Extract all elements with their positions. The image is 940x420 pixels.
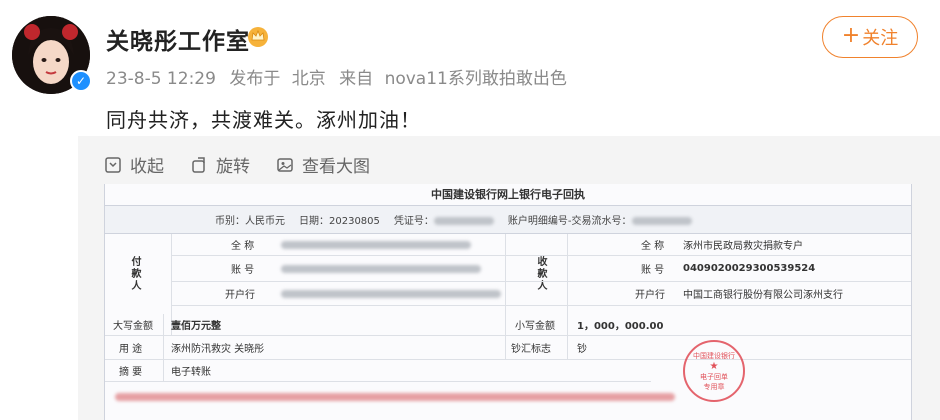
voucher-label: 凭证号： [393, 216, 434, 227]
payer-bank-label: 开户行 [225, 290, 255, 301]
summary-label: 摘 要 [119, 367, 143, 378]
bottom-redacted-line [115, 392, 675, 403]
rotate-label: 旋转 [216, 157, 250, 177]
source-prefix: 来自 [339, 69, 374, 89]
follow-label: 关注 [862, 28, 899, 49]
collapse-button[interactable]: 收起 [104, 152, 164, 177]
collapse-label: 收起 [130, 157, 164, 177]
stamp-mid-text: 电子回单 [700, 372, 728, 381]
username[interactable]: 关晓彤工作室 [106, 22, 250, 56]
amount-lower-label: 小写金额 [515, 321, 555, 332]
payee-account: 0409020029300539524 [683, 263, 816, 274]
published-prefix: 发布于 [229, 69, 281, 89]
view-large-button[interactable]: 查看大图 [276, 152, 370, 177]
payee-account-label: 账 号 [641, 265, 665, 276]
stamp-top-text: 中国建设银行 [693, 351, 735, 360]
receipt-info-row: 币别：人民币元 日期：20230805 凭证号： 账户明细编号-交易流水号： [105, 206, 911, 234]
amount-lower: 1，000，000.00 [577, 321, 664, 332]
receipt-table: 付款人 收款人 全 称 全 称 涿州市民政局救灾捐款专户 账 号 账 号 040… [105, 234, 911, 420]
payer-name-redacted [281, 240, 471, 249]
date-label: 日期： [299, 216, 329, 227]
payee-name-label: 全 称 [641, 241, 665, 252]
divider [505, 314, 506, 360]
divider [163, 314, 164, 382]
verified-icon: ✓ [70, 70, 92, 92]
post-text: 同舟共济，共渡难关。涿州加油！ [106, 108, 421, 132]
payee-bank: 中国工商银行股份有限公司涿州支行 [683, 290, 843, 301]
post-meta: 23-8-5 12:29 发布于 北京 来自 nova11系列敢拍敢出色 [106, 64, 567, 89]
cash-flag-label: 钞汇标志 [511, 344, 551, 355]
payer-label: 付款人 [129, 256, 140, 292]
view-large-icon [277, 157, 293, 172]
payee-bank-label: 开户行 [635, 290, 665, 301]
avatar-wrap[interactable]: ✓ [12, 16, 92, 94]
media-toolbar: 收起 旋转 查看大图 [104, 152, 370, 177]
view-large-label: 查看大图 [302, 157, 370, 177]
media-area: 收起 旋转 查看大图 中国建设银行网上银行电子回执 币别：人民币元 日期：202… [78, 136, 940, 420]
weibo-post: ✓ 关晓彤工作室 23-8-5 12:29 发布于 北京 来自 nova11系列… [0, 0, 940, 420]
crown-icon[interactable] [246, 24, 270, 48]
divider [567, 314, 568, 360]
payee-name: 涿州市民政局救灾捐款专户 [683, 241, 803, 252]
receipt-row-account: 账 号 账 号 0409020029300539524 [171, 256, 911, 282]
post-device[interactable]: nova11系列敢拍敢出色 [385, 69, 567, 89]
payer-name-label: 全 称 [231, 241, 255, 252]
payer-account-label: 账 号 [231, 265, 255, 276]
bank-stamp: 中国建设银行 ★ 电子回单 专用章 [683, 340, 745, 402]
receipt-title: 中国建设银行网上银行电子回执 [105, 184, 911, 206]
receipt-row-amount: 大写金额 壹佰万元整 小写金额 1，000，000.00 [105, 314, 911, 336]
receipt-row-name: 全 称 全 称 涿州市民政局救灾捐款专户 [171, 234, 911, 256]
payer-bank-redacted [281, 289, 501, 298]
stamp-star-icon: ★ [709, 360, 719, 372]
serial-label: 账户明细编号-交易流水号： [507, 216, 632, 227]
purpose-value: 涿州防汛救灾 关晓彤 [171, 344, 265, 355]
date-value: 20230805 [329, 216, 380, 227]
summary-value: 电子转账 [171, 367, 211, 378]
receipt-row-summary: 摘 要 电子转账 [105, 360, 651, 382]
stamp-bottom-text: 专用章 [703, 382, 725, 391]
voucher-redacted [433, 217, 494, 225]
collapse-icon [105, 156, 121, 173]
amount-upper-label: 大写金额 [113, 321, 153, 332]
rotate-button[interactable]: 旋转 [190, 152, 250, 177]
receipt-row-bank: 开户行 开户行 中国工商银行股份有限公司涿州支行 [171, 282, 911, 306]
rotate-icon [192, 156, 205, 173]
serial-redacted [631, 217, 692, 225]
purpose-label: 用 途 [119, 344, 143, 355]
plus-icon: + [841, 23, 861, 48]
cash-flag-value: 钞 [577, 344, 587, 355]
post-time[interactable]: 23-8-5 12:29 [106, 69, 216, 89]
amount-upper: 壹佰万元整 [171, 321, 221, 332]
follow-button[interactable]: + 关注 [822, 16, 918, 58]
receipt-row-purpose: 用 途 涿州防汛救灾 关晓彤 钞汇标志 钞 [105, 336, 911, 360]
currency-value: 人民币元 [245, 216, 285, 227]
payer-account-redacted [281, 264, 481, 273]
currency-label: 币别： [215, 216, 245, 227]
receipt-image[interactable]: 中国建设银行网上银行电子回执 币别：人民币元 日期：20230805 凭证号： … [104, 184, 912, 420]
post-location: 北京 [291, 69, 326, 89]
